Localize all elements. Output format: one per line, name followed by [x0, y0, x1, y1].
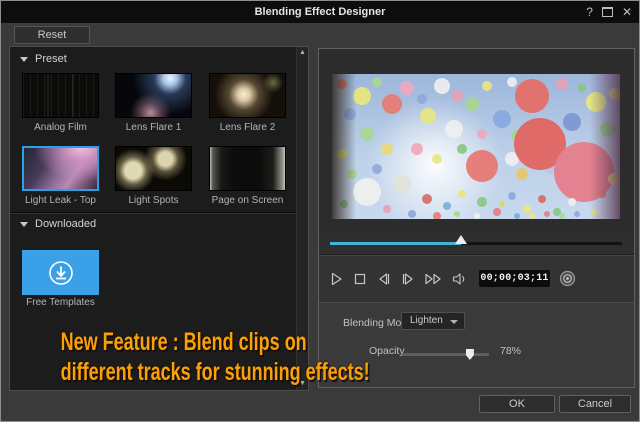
- preset-label: Lens Flare 2: [202, 122, 293, 133]
- window-controls: ? ✕: [586, 1, 632, 23]
- close-button[interactable]: ✕: [622, 1, 632, 23]
- blending-mode-value: Lighten: [410, 315, 443, 326]
- snapshot-icon[interactable]: [559, 270, 576, 287]
- preview-panel: 00;00;03;11 Blending Mode Lighten Opacit…: [318, 48, 635, 388]
- blending-mode-dropdown[interactable]: Lighten: [401, 312, 465, 330]
- collapse-triangle-icon: [20, 57, 28, 62]
- promo-line-1: New Feature : Blend clips on: [61, 327, 296, 357]
- timecode-display: 00;00;03;11: [479, 270, 550, 287]
- play-button[interactable]: [328, 271, 344, 287]
- promo-text: New Feature : Blend clips on different t…: [15, 327, 341, 387]
- fast-forward-button[interactable]: [424, 271, 443, 287]
- download-icon: [46, 258, 76, 288]
- preset-thumb-analog-film[interactable]: [22, 73, 99, 118]
- cancel-button[interactable]: Cancel: [559, 395, 631, 413]
- preset-thumb-light-leak-top[interactable]: [22, 146, 99, 191]
- collapse-triangle-icon: [20, 222, 28, 227]
- downloaded-item-label: Free Templates: [15, 297, 106, 308]
- seek-thumb[interactable]: [455, 235, 467, 244]
- playback-controls: 00;00;03;11: [319, 254, 634, 302]
- promo-line-2: different tracks for stunning effects!: [61, 357, 296, 387]
- section-divider: [10, 212, 297, 214]
- ok-button[interactable]: OK: [479, 395, 555, 413]
- previous-frame-button[interactable]: [376, 271, 392, 287]
- preset-thumb-page-on-screen[interactable]: [209, 146, 286, 191]
- next-frame-button[interactable]: [400, 271, 416, 287]
- reset-button[interactable]: Reset: [14, 26, 90, 44]
- preset-thumb-lens-flare-2[interactable]: [209, 73, 286, 118]
- preview-area: [319, 49, 634, 232]
- blending-effect-designer-dialog: Blending Effect Designer ? ✕ Reset Prese…: [0, 0, 640, 422]
- volume-button[interactable]: [451, 271, 467, 287]
- preset-label: Light Leak - Top: [15, 195, 106, 206]
- scroll-up-icon[interactable]: ▲: [297, 48, 308, 58]
- opacity-slider[interactable]: [402, 353, 489, 356]
- preset-label: Analog Film: [15, 122, 106, 133]
- seek-bar-played: [330, 242, 461, 245]
- dialog-title: Blending Effect Designer: [1, 1, 639, 23]
- preset-label: Light Spots: [108, 195, 199, 206]
- opacity-thumb[interactable]: [466, 349, 474, 360]
- help-button[interactable]: ?: [586, 1, 593, 23]
- preset-thumb-light-spots[interactable]: [115, 146, 192, 191]
- preset-thumb-lens-flare-1[interactable]: [115, 73, 192, 118]
- opacity-value: 78%: [500, 345, 521, 357]
- downloaded-section-label: Downloaded: [35, 218, 96, 230]
- preview-image-balloons: [332, 74, 620, 219]
- free-templates-thumb[interactable]: [22, 250, 99, 295]
- title-bar: Blending Effect Designer ? ✕: [1, 1, 639, 23]
- seek-bar[interactable]: [330, 242, 622, 245]
- chevron-down-icon: [450, 320, 458, 324]
- preset-section-header[interactable]: Preset: [20, 53, 67, 65]
- preset-label: Lens Flare 1: [108, 122, 199, 133]
- opacity-label: Opacity: [369, 345, 405, 357]
- downloaded-section-header[interactable]: Downloaded: [20, 218, 96, 230]
- preset-section-label: Preset: [35, 53, 67, 65]
- maximize-button[interactable]: [602, 7, 613, 17]
- stop-button[interactable]: [352, 271, 368, 287]
- preset-label: Page on Screen: [202, 195, 293, 206]
